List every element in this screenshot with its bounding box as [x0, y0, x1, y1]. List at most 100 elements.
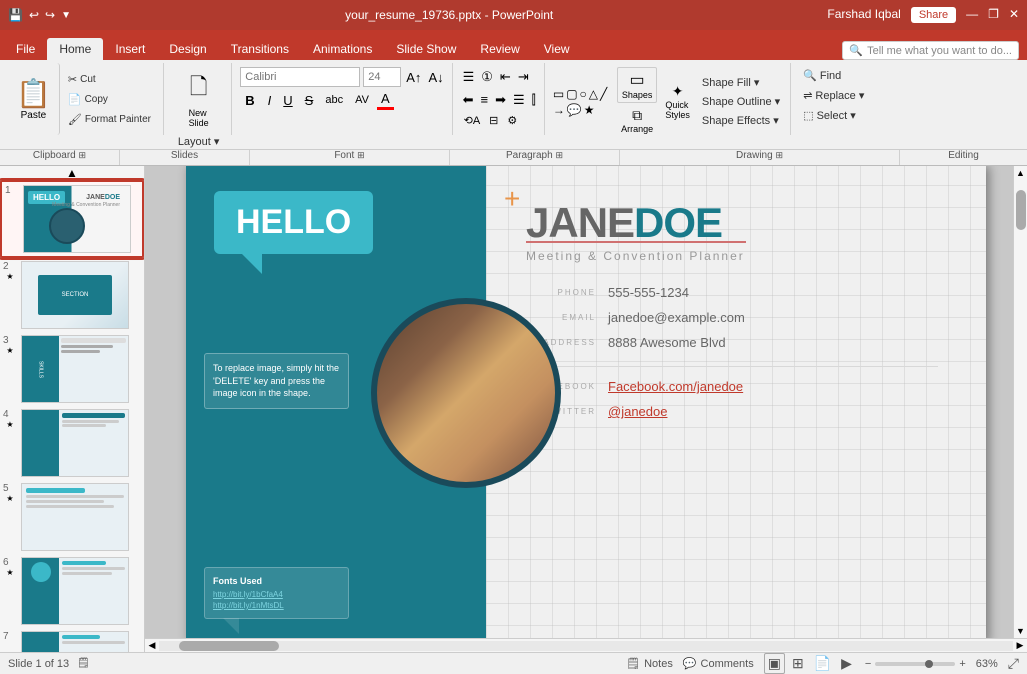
- zoom-out-button[interactable]: −: [865, 658, 871, 670]
- tab-insert[interactable]: Insert: [103, 38, 157, 60]
- cut-button[interactable]: ✂ Cut: [64, 71, 155, 88]
- justify-button[interactable]: ☰: [511, 90, 527, 110]
- scroll-thumb[interactable]: [1016, 190, 1026, 230]
- tab-home[interactable]: Home: [47, 38, 103, 60]
- slide-thumb-5[interactable]: 5 ★: [0, 480, 144, 554]
- customize-icon[interactable]: ▼: [61, 10, 71, 21]
- slide-canvas[interactable]: HELLO To replace image, simply hit the '…: [186, 166, 986, 638]
- slide-preview-6[interactable]: [21, 557, 129, 625]
- slide-thumb-7[interactable]: 7: [0, 628, 144, 652]
- twitter-value[interactable]: @janedoe: [608, 404, 667, 419]
- align-left-button[interactable]: ⬅: [461, 90, 476, 110]
- facebook-value[interactable]: Facebook.com/janedoe: [608, 379, 743, 394]
- underline-button[interactable]: U: [279, 92, 296, 109]
- zoom-level[interactable]: 63%: [970, 658, 998, 670]
- smartart-button[interactable]: ⚙: [504, 113, 520, 128]
- close-button[interactable]: ✕: [1009, 7, 1019, 23]
- bullets-button[interactable]: ☰: [461, 67, 477, 87]
- columns-button[interactable]: ⫿: [530, 90, 538, 110]
- scroll-up-button[interactable]: ▲: [1014, 166, 1027, 180]
- tab-review[interactable]: Review: [468, 38, 531, 60]
- scroll-up-button[interactable]: ▲: [0, 166, 144, 180]
- quick-styles-button[interactable]: ✦ QuickStyles: [661, 81, 694, 122]
- bold-button[interactable]: B: [240, 91, 259, 110]
- zoom-slider-thumb[interactable]: [925, 660, 933, 668]
- slide-sorter-button[interactable]: ⊞: [789, 654, 807, 673]
- char-spacing-button[interactable]: AV: [351, 93, 373, 107]
- shape-fill-button[interactable]: Shape Fill ▾: [698, 74, 784, 91]
- h-scroll-thumb[interactable]: [179, 641, 279, 651]
- paste-button[interactable]: 📋 Paste: [8, 63, 60, 135]
- align-text-button[interactable]: ⊟: [486, 113, 501, 128]
- h-scroll-right-button[interactable]: ▶: [1013, 639, 1027, 653]
- shape-triangle[interactable]: △: [589, 87, 598, 101]
- decrease-indent-button[interactable]: ⇤: [498, 67, 513, 87]
- slideshow-button[interactable]: ▶: [838, 654, 855, 673]
- align-right-button[interactable]: ➡: [493, 90, 508, 110]
- redo-icon[interactable]: ↪: [45, 8, 55, 22]
- normal-view-button[interactable]: ▣: [764, 653, 785, 674]
- increase-font-button[interactable]: A↑: [404, 68, 423, 87]
- slide-thumb-6[interactable]: 6 ★: [0, 554, 144, 628]
- slide-thumb-1[interactable]: 1 HELLO JANEDOE Meeting & Convention Pla…: [0, 180, 144, 258]
- align-center-button[interactable]: ≡: [479, 90, 491, 110]
- tell-me-input[interactable]: 🔍 Tell me what you want to do...: [842, 41, 1019, 60]
- slide-preview-2[interactable]: SECTION: [21, 261, 129, 329]
- shape-outline-button[interactable]: Shape Outline ▾: [698, 93, 784, 110]
- shape-star[interactable]: ★: [584, 103, 595, 117]
- share-button[interactable]: Share: [911, 7, 956, 23]
- font-size-input[interactable]: [363, 67, 401, 87]
- decrease-font-button[interactable]: A↓: [426, 68, 445, 87]
- notes-button[interactable]: 🗒 Notes: [626, 657, 673, 670]
- slide-thumb-3[interactable]: 3 ★ SKILLS: [0, 332, 144, 406]
- reading-view-button[interactable]: 📄: [811, 654, 834, 673]
- restore-button[interactable]: ❐: [988, 7, 999, 23]
- text-shadow-button[interactable]: abc: [321, 93, 347, 107]
- slide-thumb-2[interactable]: 2 ★ SECTION: [0, 258, 144, 332]
- slide-thumb-4[interactable]: 4 ★: [0, 406, 144, 480]
- save-icon[interactable]: 💾: [8, 8, 23, 22]
- font-color-button[interactable]: A: [377, 90, 394, 110]
- zoom-in-button[interactable]: +: [959, 658, 965, 670]
- fonts-link-2[interactable]: http://bit.ly/1nMtsDL: [213, 601, 340, 610]
- zoom-slider[interactable]: [875, 662, 955, 666]
- shape-line[interactable]: ╱: [600, 87, 607, 101]
- shape-circle[interactable]: ○: [580, 87, 587, 101]
- arrange-button[interactable]: ⧉ Arrange: [617, 105, 658, 136]
- comments-button[interactable]: 💬 Comments: [683, 657, 754, 670]
- layout-button[interactable]: Layout ▾: [174, 133, 224, 150]
- shape-rect[interactable]: ▭: [553, 87, 564, 101]
- font-name-input[interactable]: [240, 67, 360, 87]
- find-button[interactable]: 🔍 Find: [799, 67, 868, 84]
- copy-button[interactable]: 📄 Copy: [64, 91, 155, 108]
- slide-preview-5[interactable]: [21, 483, 129, 551]
- select-button[interactable]: ⬚ Select ▾: [799, 107, 868, 124]
- undo-icon[interactable]: ↩: [29, 8, 39, 22]
- slide-preview-1[interactable]: HELLO JANEDOE Meeting & Convention Plann…: [23, 185, 131, 253]
- shape-arrow[interactable]: →: [553, 103, 565, 117]
- italic-button[interactable]: I: [264, 92, 276, 109]
- shape-effects-button[interactable]: Shape Effects ▾: [698, 112, 784, 129]
- strikethrough-button[interactable]: S: [301, 92, 318, 109]
- tab-animations[interactable]: Animations: [301, 38, 384, 60]
- tab-transitions[interactable]: Transitions: [219, 38, 301, 60]
- minimize-button[interactable]: —: [966, 7, 978, 23]
- format-painter-button[interactable]: 🖌 Format Painter: [64, 111, 155, 128]
- slide-preview-4[interactable]: [21, 409, 129, 477]
- replace-button[interactable]: ⇌ Replace ▾: [799, 87, 868, 104]
- increase-indent-button[interactable]: ⇥: [516, 67, 531, 87]
- new-slide-button[interactable]: 🗋 NewSlide: [186, 67, 212, 131]
- slide-preview-7[interactable]: [21, 631, 129, 652]
- tab-slideshow[interactable]: Slide Show: [384, 38, 468, 60]
- shape-callout[interactable]: 💬: [567, 103, 582, 117]
- shapes-button[interactable]: ▭ Shapes: [617, 67, 658, 103]
- fonts-link-1[interactable]: http://bit.ly/1bCfaA4: [213, 590, 340, 599]
- text-direction-button[interactable]: ⟲A: [461, 113, 484, 128]
- numbering-button[interactable]: ①: [479, 67, 495, 87]
- tab-design[interactable]: Design: [157, 38, 218, 60]
- shape-rounded-rect[interactable]: ▢: [566, 87, 577, 101]
- scroll-down-button[interactable]: ▼: [1014, 624, 1027, 638]
- slide-preview-3[interactable]: SKILLS: [21, 335, 129, 403]
- fit-screen-button[interactable]: ⤢: [1008, 655, 1019, 672]
- tab-file[interactable]: File: [4, 38, 47, 60]
